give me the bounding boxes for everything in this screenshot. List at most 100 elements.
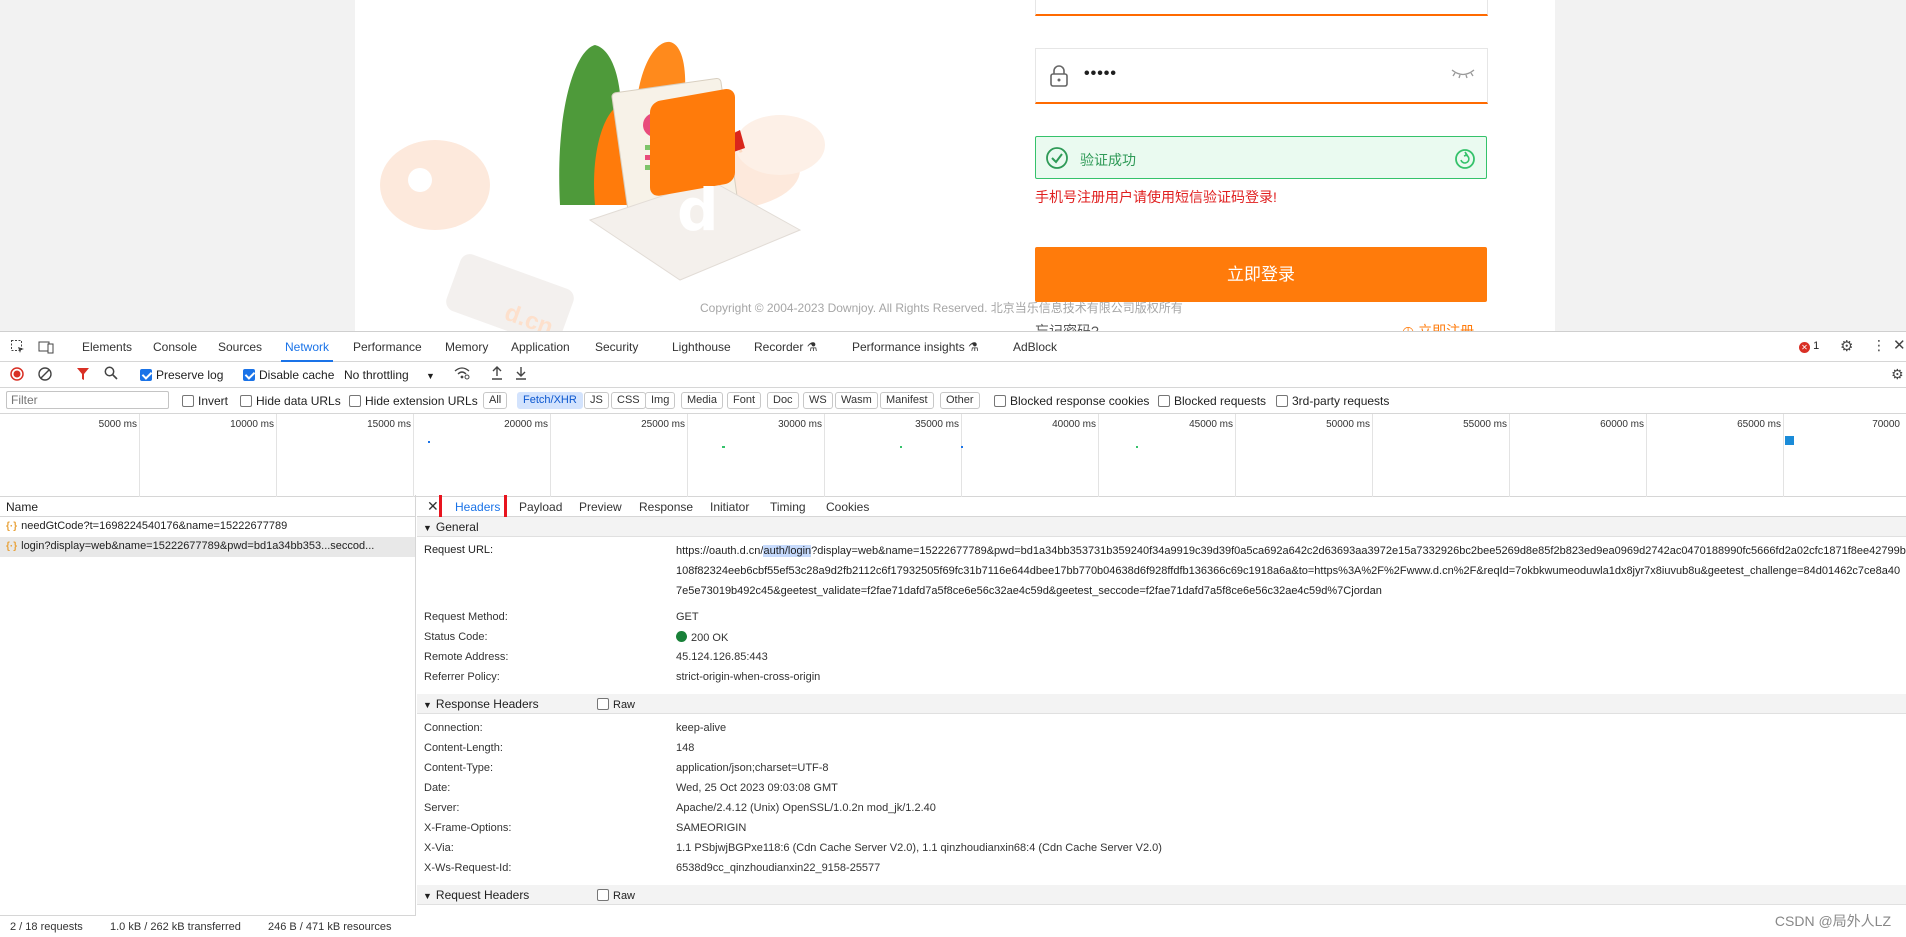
tab-performance-insights[interactable]: Performance insights ⚗ (852, 340, 979, 354)
type-filter-font[interactable]: Font (727, 392, 762, 409)
tab-preview[interactable]: Preview (579, 500, 622, 514)
blocked-response-cookies-checkbox[interactable]: Blocked response cookies (994, 394, 1149, 408)
hide-ext-urls-label: Hide extension URLs (365, 394, 478, 408)
register-circle-icon: ◷ (1402, 323, 1419, 331)
header-value: strict-origin-when-cross-origin (676, 671, 821, 683)
refresh-icon[interactable] (1454, 148, 1476, 173)
export-har-icon[interactable] (515, 366, 527, 383)
request-name: login?display=web&name=15222677789&pwd=b… (21, 540, 375, 552)
tab-sources[interactable]: Sources (218, 340, 262, 354)
settings-gear-icon[interactable]: ⚙ (1840, 337, 1853, 355)
hide-data-urls-label: Hide data URLs (256, 394, 341, 408)
tab-timing[interactable]: Timing (770, 500, 806, 514)
timeline-request-mark (961, 446, 963, 448)
type-filter-ws[interactable]: WS (803, 392, 833, 409)
hide-data-urls-checkbox[interactable]: Hide data URLs (240, 394, 341, 408)
caret-down-icon: ▼ (426, 371, 435, 381)
tab-response[interactable]: Response (639, 500, 693, 514)
hide-extension-urls-checkbox[interactable]: Hide extension URLs (349, 394, 478, 408)
request-list: Name {·} needGtCode?t=1698224540176&name=… (0, 495, 416, 915)
type-filter-css[interactable]: CSS (611, 392, 646, 409)
error-count: 1 (1813, 340, 1820, 352)
tab-memory[interactable]: Memory (445, 340, 488, 354)
tab-recorder[interactable]: Recorder ⚗ (754, 340, 817, 354)
request-row-selected[interactable]: {·} login?display=web&name=15222677789&pw… (0, 537, 415, 557)
device-toggle-icon[interactable] (38, 339, 54, 358)
close-detail-icon[interactable]: ✕ (427, 498, 439, 515)
tab-initiator[interactable]: Initiator (710, 500, 749, 514)
status-code-value: 200 OK (676, 631, 728, 644)
clear-icon[interactable] (38, 367, 52, 384)
third-party-requests-checkbox[interactable]: 3rd-party requests (1276, 394, 1389, 408)
tab-elements[interactable]: Elements (82, 340, 132, 354)
close-devtools-icon[interactable]: ✕ (1893, 336, 1906, 354)
disable-cache-label: Disable cache (259, 368, 335, 382)
timeline-tick-label: 35000 ms (915, 419, 959, 430)
header-value: 148 (676, 742, 695, 754)
tab-cookies[interactable]: Cookies (826, 500, 869, 514)
raw-checkbox[interactable]: Raw (597, 889, 635, 902)
request-detail-pane: ✕ Headers Payload Preview Response Initi… (417, 495, 1906, 915)
record-stop-icon[interactable] (10, 367, 24, 384)
network-settings-gear-icon[interactable]: ⚙ (1891, 366, 1904, 383)
raw-checkbox[interactable]: Raw (597, 698, 635, 711)
type-filter-media[interactable]: Media (681, 392, 723, 409)
tab-application[interactable]: Application (511, 340, 570, 354)
type-filter-manifest[interactable]: Manifest (880, 392, 934, 409)
forgot-password-link[interactable]: 忘记密码? (1035, 321, 1099, 331)
tab-adblock[interactable]: AdBlock (1013, 340, 1057, 354)
type-filter-js[interactable]: JS (584, 392, 609, 409)
username-field[interactable] (1035, 0, 1488, 16)
sms-login-warning: 手机号注册用户请使用短信验证码登录! (1035, 189, 1277, 205)
header-key: Content-Length: (424, 742, 503, 754)
preserve-log-checkbox[interactable]: Preserve log (140, 368, 223, 382)
timeline-request-mark (722, 446, 725, 448)
response-headers-section-header[interactable]: ▼ Response Headers Raw (417, 694, 1906, 714)
search-icon[interactable] (104, 366, 118, 383)
import-har-icon[interactable] (491, 366, 503, 383)
tab-performance[interactable]: Performance (353, 340, 422, 354)
eye-closed-icon[interactable] (1451, 67, 1475, 84)
register-link[interactable]: ◷ 立即注册 (1402, 321, 1474, 331)
header-value: 45.124.126.85:443 (676, 651, 768, 663)
blocked-requests-checkbox[interactable]: Blocked requests (1158, 394, 1266, 408)
network-overview-timeline[interactable]: 5000 ms 10000 ms 15000 ms 20000 ms 25000… (0, 414, 1906, 497)
tab-payload[interactable]: Payload (519, 500, 562, 514)
general-section-header[interactable]: ▼ General (417, 517, 1906, 537)
devtools-tabbar: Elements Console Sources Network Perform… (0, 332, 1906, 362)
password-field[interactable]: ••••• (1035, 48, 1488, 104)
tab-network[interactable]: Network (280, 340, 334, 362)
type-filter-img[interactable]: Img (645, 392, 676, 409)
tab-console[interactable]: Console (153, 340, 197, 354)
expand-triangle-icon: ▼ (423, 523, 432, 533)
header-value: Wed, 25 Oct 2023 09:03:08 GMT (676, 782, 838, 794)
request-url-value[interactable]: https://oauth.d.cn/auth/login?display=we… (676, 541, 1906, 601)
request-headers-section-header[interactable]: ▼ Request Headers Raw (417, 885, 1906, 905)
throttling-select[interactable]: No throttling ▼ (344, 368, 435, 382)
type-filter-other[interactable]: Other (940, 392, 980, 409)
filter-funnel-icon[interactable] (76, 367, 90, 384)
tab-security[interactable]: Security (595, 340, 638, 354)
network-conditions-icon[interactable] (454, 366, 470, 383)
invert-checkbox[interactable]: Invert (182, 394, 228, 408)
tab-headers[interactable]: Headers (455, 500, 500, 514)
request-row[interactable]: {·} needGtCode?t=1698224540176&name=15222… (0, 517, 415, 537)
captcha-verify-box[interactable]: 验证成功 (1035, 136, 1487, 179)
blocked-requests-check (1158, 395, 1170, 407)
header-row: Content-Length: 148 (417, 738, 1906, 758)
raw-label: Raw (613, 890, 636, 902)
login-button[interactable]: 立即登录 (1035, 247, 1487, 302)
type-filter-all[interactable]: All (483, 392, 508, 409)
timeline-tick-label: 5000 ms (98, 419, 137, 430)
error-counter[interactable]: ✕ 1 (1799, 340, 1819, 353)
type-filter-doc[interactable]: Doc (767, 392, 799, 409)
disable-cache-checkbox[interactable]: Disable cache (243, 368, 334, 382)
more-options-icon[interactable]: ⋮ (1872, 337, 1886, 354)
filter-input[interactable] (6, 391, 169, 409)
type-filter-wasm[interactable]: Wasm (835, 392, 878, 409)
inspect-element-icon[interactable] (10, 339, 26, 358)
timeline-tick-label: 10000 ms (230, 419, 274, 430)
type-filter-fetch-xhr[interactable]: Fetch/XHR (517, 392, 583, 409)
name-column-header[interactable]: Name (0, 495, 415, 517)
tab-lighthouse[interactable]: Lighthouse (672, 340, 731, 354)
